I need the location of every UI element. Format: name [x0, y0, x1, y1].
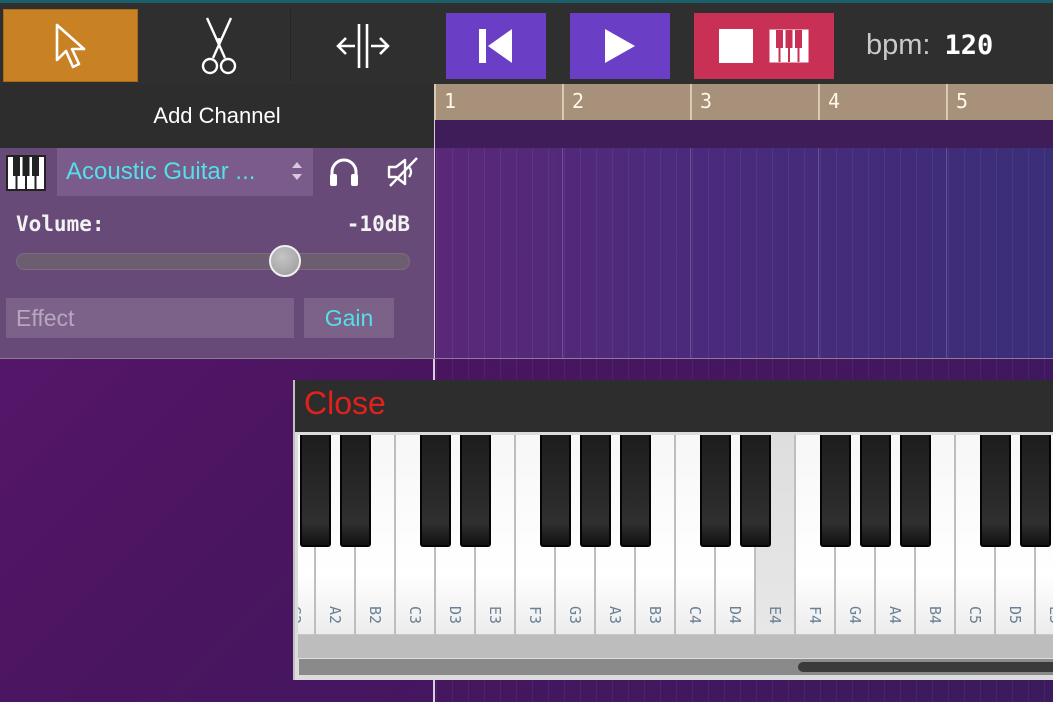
gain-button[interactable]: Gain	[304, 298, 394, 338]
piano-key-label: G3	[566, 605, 584, 625]
piano-black-key[interactable]	[1020, 435, 1051, 547]
piano-key-label: D4	[726, 605, 744, 625]
rewind-button[interactable]	[446, 13, 546, 79]
measure-grid-line	[818, 148, 819, 358]
effect-select[interactable]: Effect	[6, 298, 294, 338]
headphones-icon	[330, 158, 358, 186]
piano-black-key[interactable]	[820, 435, 851, 547]
piano-key-label: F3	[526, 605, 544, 625]
toolbar: bpm: 120	[0, 0, 1053, 84]
piano-black-key[interactable]	[420, 435, 451, 547]
piano-black-key[interactable]	[580, 435, 611, 547]
mute-button[interactable]	[378, 152, 428, 192]
piano-key-label: E4	[766, 605, 784, 625]
piano-black-key[interactable]	[460, 435, 491, 547]
piano-key-label: G4	[846, 605, 864, 625]
measure-label: 4	[828, 89, 841, 113]
split-arrows-icon	[336, 23, 390, 68]
piano-black-key[interactable]	[980, 435, 1011, 547]
piano-key-label: F4	[806, 605, 824, 625]
play-icon	[605, 29, 635, 63]
scissors-icon	[201, 17, 237, 74]
piano-key-label: D3	[446, 605, 464, 625]
measure-label: 1	[444, 89, 457, 113]
piano-key-label: A4	[886, 605, 904, 625]
volume-label: Volume:	[16, 212, 105, 236]
measure-marker: 5	[946, 84, 968, 120]
bpm-display: bpm: 120	[866, 27, 993, 63]
stop-button[interactable]	[694, 13, 834, 79]
popup-header: Close	[295, 380, 1053, 432]
close-button[interactable]: Close	[304, 385, 386, 422]
select-tool-button[interactable]	[3, 9, 138, 82]
split-tool-button[interactable]	[293, 9, 433, 82]
cursor-arrow-icon	[55, 23, 85, 68]
piano-black-key[interactable]	[860, 435, 891, 547]
speaker-muted-icon	[387, 157, 418, 187]
piano-black-key[interactable]	[700, 435, 731, 547]
keyboard-scrollbar[interactable]	[299, 659, 1053, 675]
play-button[interactable]	[570, 13, 670, 79]
bpm-value[interactable]: 120	[944, 30, 993, 61]
cut-tool-button[interactable]	[148, 9, 291, 82]
piano-key-label: C3	[406, 605, 424, 625]
piano-keyboard-popup: Close G2 A2 B2 C3 D3 E3 F3 G3 A3 B3 C4 D4 E4 F4 G4 A4 B4…	[293, 380, 1053, 680]
channel-divider	[0, 358, 1053, 359]
measure-label: 5	[956, 89, 969, 113]
timeline-ruler[interactable]: 1 2 3 4 5	[434, 84, 1053, 120]
measure-grid-line	[562, 148, 563, 358]
piano-key-label: B4	[926, 605, 944, 625]
piano-key-label: A3	[606, 605, 624, 625]
piano-key-label: B2	[366, 605, 384, 625]
select-arrows-icon	[292, 162, 302, 180]
piano-black-key[interactable]	[340, 435, 371, 547]
measure-label: 2	[572, 89, 585, 113]
measure-marker: 3	[690, 84, 712, 120]
measure-grid-line	[690, 148, 691, 358]
piano-key-label: G2	[298, 605, 304, 625]
piano-key-label: D5	[1006, 605, 1024, 625]
channel-panel: Acoustic Guitar ... Volume: -10dB Effect…	[0, 148, 434, 358]
piano-key-label: A2	[326, 605, 344, 625]
measure-grid-line	[946, 148, 947, 358]
piano-black-key[interactable]	[300, 435, 331, 547]
piano-black-key[interactable]	[540, 435, 571, 547]
piano-key-label: E5	[1046, 605, 1053, 625]
scrollbar-thumb[interactable]	[797, 662, 1053, 672]
piano-black-key[interactable]	[740, 435, 771, 547]
piano-key-label: C5	[966, 605, 984, 625]
piano-key-label: B3	[646, 605, 664, 625]
piano-keyboard[interactable]: G2 A2 B2 C3 D3 E3 F3 G3 A3 B3 C4 D4 E4 F4 G4 A4 B4 C5 D5 E5	[298, 435, 1053, 658]
solo-button[interactable]	[320, 152, 368, 192]
measure-marker: 1	[434, 84, 456, 120]
piano-key-label: E3	[486, 605, 504, 625]
bpm-label: bpm:	[866, 28, 931, 61]
channel-track-lane[interactable]	[436, 148, 1053, 358]
piano-key-label: C4	[686, 605, 704, 625]
instrument-select[interactable]: Acoustic Guitar ...	[57, 148, 313, 196]
stop-icon	[719, 29, 753, 63]
ruler-gap	[434, 120, 1053, 148]
piano-keys-icon	[769, 29, 809, 63]
volume-slider[interactable]	[16, 253, 410, 270]
piano-black-key[interactable]	[620, 435, 651, 547]
piano-keys-icon[interactable]	[6, 154, 46, 192]
measure-marker: 4	[818, 84, 840, 120]
volume-value: -10dB	[346, 212, 410, 236]
measure-label: 3	[700, 89, 713, 113]
piano-black-key[interactable]	[900, 435, 931, 547]
skip-back-icon	[479, 29, 512, 63]
instrument-name: Acoustic Guitar ...	[66, 158, 256, 185]
volume-slider-thumb[interactable]	[269, 245, 302, 277]
measure-marker: 2	[562, 84, 584, 120]
add-channel-button[interactable]: Add Channel	[0, 84, 434, 148]
